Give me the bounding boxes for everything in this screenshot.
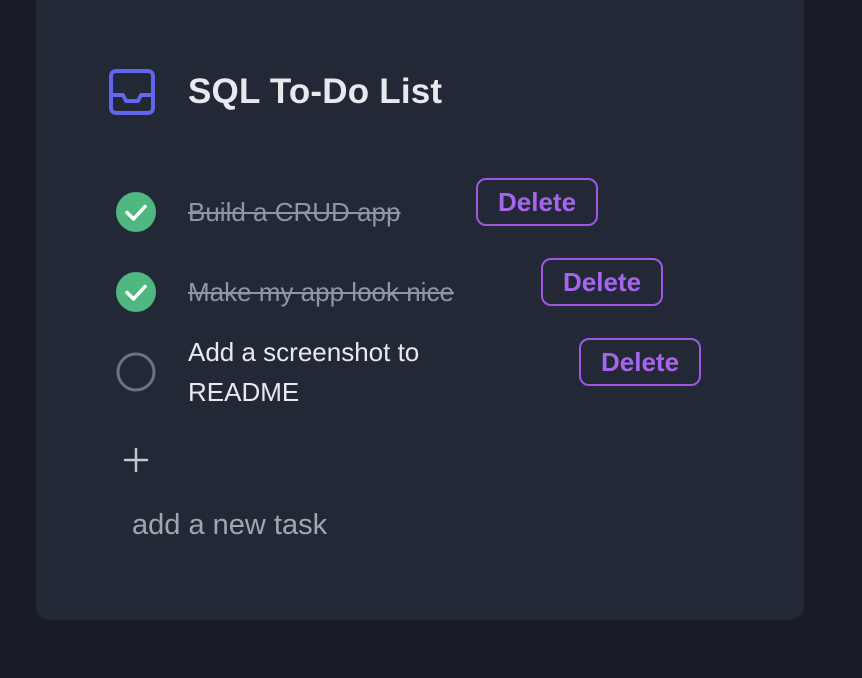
task-label: Build a CRUD app [188, 197, 401, 227]
inbox-icon [109, 69, 155, 115]
plus-icon[interactable] [121, 445, 151, 475]
page-title: SQL To-Do List [188, 72, 443, 111]
delete-task-button[interactable]: Delete [541, 258, 664, 306]
app-header: SQL To-Do List [108, 68, 442, 116]
checked-circle-icon[interactable] [116, 272, 156, 312]
new-task-input[interactable] [132, 503, 552, 547]
delete-task-button[interactable]: Delete [476, 178, 599, 226]
task-item: Build a CRUD app [116, 192, 458, 232]
task-item: Add a screenshot to README [116, 332, 488, 412]
task-label: Make my app look nice [188, 277, 454, 307]
delete-task-button[interactable]: Delete [579, 338, 702, 386]
task-label: Add a screenshot to README [188, 337, 420, 407]
task-item: Make my app look nice [116, 272, 518, 312]
checked-circle-icon[interactable] [116, 192, 156, 232]
unchecked-circle-icon[interactable] [116, 352, 156, 392]
